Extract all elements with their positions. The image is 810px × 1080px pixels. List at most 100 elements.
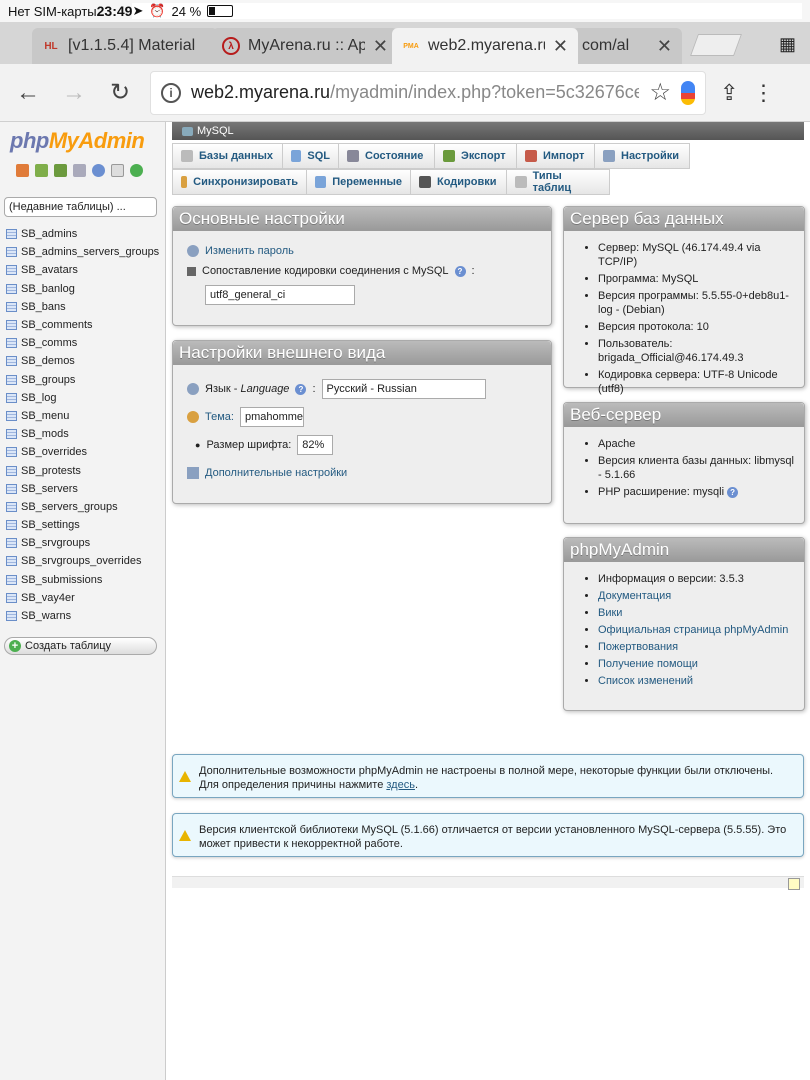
table-name-link[interactable]: SB_log [21,392,56,404]
tab-charsets[interactable]: Кодировки [410,169,506,195]
table-list-item[interactable]: SB_vay4er [6,589,165,607]
table-name-link[interactable]: SB_admins_servers_groups [21,246,159,258]
table-list-item[interactable]: SB_comms [6,334,165,352]
table-list-item[interactable]: SB_settings [6,516,165,534]
table-list-item[interactable]: SB_servers_groups [6,498,165,516]
tab-engines[interactable]: Типы таблиц [506,169,610,195]
tab-import[interactable]: Импорт [516,143,594,169]
table-name-link[interactable]: SB_comments [21,319,93,331]
pma-link[interactable]: Пожертвования [598,641,678,653]
table-list-item[interactable]: SB_demos [6,352,165,370]
recent-tables-select[interactable]: (Недавние таблицы) ... [4,197,157,217]
change-password-link[interactable]: Изменить пароль [205,245,294,257]
table-list-item[interactable]: SB_log [6,389,165,407]
table-name-link[interactable]: SB_admins [21,228,77,240]
table-list-item[interactable]: SB_servers [6,480,165,498]
table-list-item[interactable]: SB_submissions [6,571,165,589]
query-window-icon[interactable] [54,164,67,177]
table-icon[interactable] [6,447,17,458]
table-icon[interactable] [6,283,17,294]
table-icon[interactable] [6,410,17,421]
close-icon[interactable]: ✕ [657,36,672,57]
table-icon[interactable] [6,374,17,385]
table-list-item[interactable]: SB_srvgroups [6,534,165,552]
table-name-link[interactable]: SB_bans [21,301,66,313]
tab-settings[interactable]: Настройки [594,143,690,169]
reload-nav-icon[interactable] [130,164,143,177]
table-icon[interactable] [6,356,17,367]
url-text[interactable]: web2.myarena.ru/myadmin/index.php?token=… [191,82,639,103]
more-settings-link[interactable]: Дополнительные настройки [205,467,347,479]
forward-icon[interactable]: → [58,79,90,107]
table-name-link[interactable]: SB_menu [21,410,69,422]
table-name-link[interactable]: SB_comms [21,337,77,349]
table-list-item[interactable]: SB_menu [6,407,165,425]
table-icon[interactable] [6,429,17,440]
pma-link[interactable]: Получение помощи [598,658,698,670]
pma-link[interactable]: Документация [598,590,671,602]
table-name-link[interactable]: SB_warns [21,610,71,622]
close-icon[interactable]: ✕ [373,36,388,57]
table-list-item[interactable]: SB_srvgroups_overrides [6,552,165,570]
table-name-link[interactable]: SB_groups [21,374,75,386]
table-list-item[interactable]: SB_groups [6,371,165,389]
address-bar[interactable]: i web2.myarena.ru/myadmin/index.php?toke… [150,70,706,115]
table-icon[interactable] [6,265,17,276]
tab-sql[interactable]: SQL [282,143,338,169]
tab-synchronize[interactable]: Синхронизировать [172,169,306,195]
table-icon[interactable] [6,301,17,312]
new-tab-button[interactable] [689,34,743,56]
table-name-link[interactable]: SB_overrides [21,446,87,458]
table-list-item[interactable]: SB_mods [6,425,165,443]
table-name-link[interactable]: SB_mods [21,428,69,440]
browser-tab-2[interactable]: λ MyArena.ru :: Ape ✕ [212,28,398,64]
table-icon[interactable] [6,538,17,549]
tab-databases[interactable]: Базы данных [172,143,282,169]
table-list-item[interactable]: SB_admins_servers_groups [6,243,165,261]
docs-icon[interactable] [73,164,86,177]
pma-link[interactable]: Вики [598,607,622,619]
reload-icon[interactable]: ↻ [104,78,136,107]
here-link[interactable]: здесь [386,779,415,791]
table-list-item[interactable]: SB_bans [6,298,165,316]
share-icon[interactable]: ⇪ [720,80,738,106]
table-icon[interactable] [6,338,17,349]
table-icon[interactable] [6,520,17,531]
tab-status[interactable]: Состояние [338,143,434,169]
table-icon[interactable] [6,556,17,567]
theme-link[interactable]: Тема: [205,411,234,423]
font-size-select[interactable]: 82% [297,435,334,455]
table-icon[interactable] [6,483,17,494]
home-icon[interactable] [16,164,29,177]
table-icon[interactable] [6,247,17,258]
table-name-link[interactable]: SB_srvgroups [21,537,90,549]
table-icon[interactable] [6,501,17,512]
tab-switcher-icon[interactable]: ▦ [779,34,796,55]
collation-select[interactable]: utf8_general_ci [205,285,355,305]
tab-export[interactable]: Экспорт [434,143,516,169]
info-icon[interactable]: i [161,82,181,103]
phpmyadmin-logo[interactable]: phpMyAdmin [0,122,165,154]
sql-docs-icon[interactable] [111,164,124,177]
table-name-link[interactable]: SB_servers_groups [21,501,118,513]
table-name-link[interactable]: SB_demos [21,355,75,367]
pma-link[interactable]: Официальная страница phpMyAdmin [598,624,788,636]
table-name-link[interactable]: SB_vay4er [21,592,75,604]
language-select[interactable]: Русский - Russian [321,379,486,399]
table-icon[interactable] [6,465,17,476]
pma-link[interactable]: Список изменений [598,675,693,687]
theme-select[interactable]: pmahomme [239,407,304,427]
table-name-link[interactable]: SB_banlog [21,283,75,295]
microphone-icon[interactable] [681,80,695,105]
table-name-link[interactable]: SB_protests [21,465,81,477]
table-name-link[interactable]: SB_submissions [21,574,102,586]
table-list-item[interactable]: SB_protests [6,461,165,479]
table-list-item[interactable]: SB_admins [6,225,165,243]
table-icon[interactable] [6,392,17,403]
create-table-button[interactable]: + Создать таблицу [4,637,157,656]
notepad-icon[interactable] [788,878,800,890]
table-name-link[interactable]: SB_srvgroups_overrides [21,555,141,567]
table-list-item[interactable]: SB_overrides [6,443,165,461]
table-list-item[interactable]: SB_warns [6,607,165,625]
table-name-link[interactable]: SB_avatars [21,264,78,276]
